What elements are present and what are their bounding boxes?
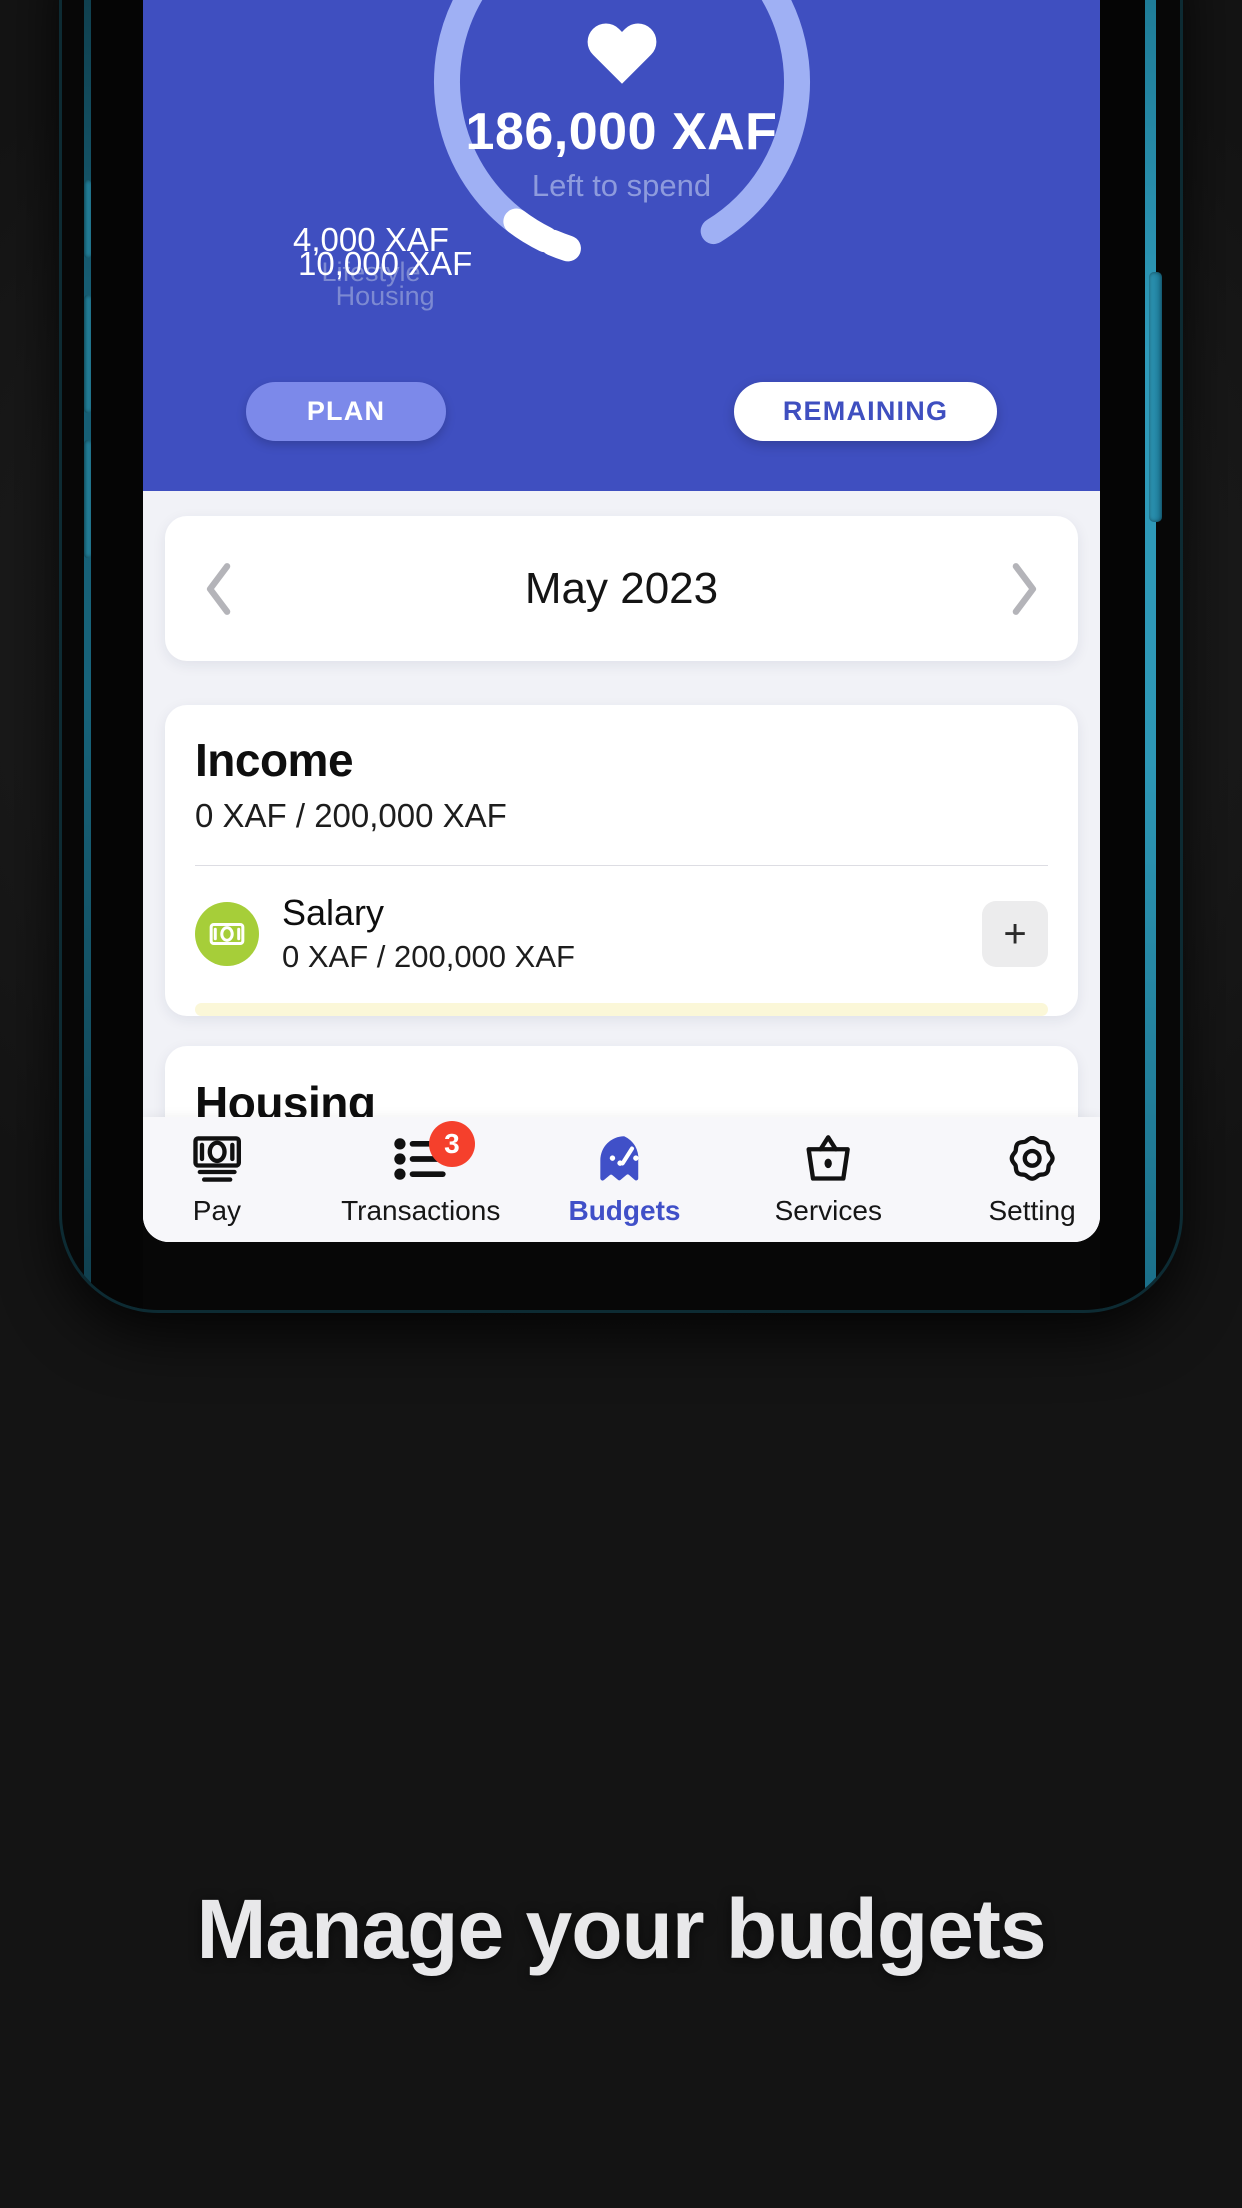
income-total: 0 XAF / 200,000 XAF [195,797,507,834]
nav-label-budgets: Budgets [568,1195,681,1226]
nav-label-services: Services [774,1195,882,1226]
volume-down-button[interactable] [84,440,91,558]
slice-amount: 10,000 XAF [298,245,473,282]
donut-slice-label-housing: 10,000 XAF Housing [298,246,472,311]
heart-icon [587,23,656,84]
list-icon: 3 [393,1121,475,1187]
left-to-spend-label: Left to spend [531,168,712,203]
nav-item-budgets[interactable]: Budgets [523,1131,727,1227]
volume-up-button[interactable] [84,295,91,413]
banknote-icon [189,1131,245,1187]
mute-switch-button[interactable] [84,180,91,258]
income-title: Income [195,734,354,786]
tab-plan[interactable]: PLAN [246,382,446,441]
income-card: Income 0 XAF / 200,000 XAF Salary 0 XAF … [165,705,1078,1017]
chevron-right-icon[interactable] [1006,560,1040,618]
tab-remaining[interactable]: REMAINING [734,382,997,441]
nav-item-settings[interactable]: Setting [930,1131,1100,1227]
hero-tab-group: PLAN REMAINING [143,382,1100,441]
budget-row-amounts: 0 XAF / 200,000 XAF [282,939,575,975]
right-bezel [1100,0,1145,1310]
right-side-rail [1145,0,1156,1310]
bottom-navigation-bar: Pay 3 Transactions Budgets Services Sett… [143,1117,1100,1242]
left-bezel [91,0,143,1310]
nav-item-transactions[interactable]: 3 Transactions [319,1121,523,1227]
budget-summary-hero: 186,000 XAF Left to spend 4,000 XAF Life… [143,0,1100,491]
promo-caption: Manage your budgets [196,1882,1046,1976]
nav-item-pay[interactable]: Pay [143,1131,319,1227]
basket-icon [800,1131,856,1187]
nav-label-pay: Pay [192,1195,242,1226]
phone-device: 186,000 XAF Left to spend 4,000 XAF Life… [62,0,1180,1310]
phone-screen: 186,000 XAF Left to spend 4,000 XAF Life… [143,0,1100,1242]
transactions-badge: 3 [428,1121,475,1167]
product-shot-stage: 186,000 XAF Left to spend 4,000 XAF Life… [0,0,1242,2208]
left-to-spend-amount: 186,000 XAF [465,103,778,161]
power-button[interactable] [1149,272,1162,522]
month-label: May 2023 [524,563,719,613]
add-transaction-button[interactable]: + [982,900,1048,967]
budget-row-name: Salary [282,892,385,933]
chevron-left-icon[interactable] [203,560,237,618]
budget-row-text: Salary 0 XAF / 200,000 XAF [282,892,982,975]
nav-label-transactions: Transactions [341,1195,501,1226]
banknote-icon [195,901,259,966]
month-selector: May 2023 [165,516,1078,661]
slice-category: Housing [335,280,435,311]
budget-row-salary[interactable]: Salary 0 XAF / 200,000 XAF + [195,866,1048,981]
hero-center-stack: 186,000 XAF Left to spend [143,18,1100,204]
gear-icon [1004,1131,1060,1187]
nav-label-settings: Setting [988,1195,1076,1226]
speedometer-icon [596,1131,652,1187]
nav-item-services[interactable]: Services [726,1131,930,1227]
budget-progress-bar [195,1003,1048,1017]
